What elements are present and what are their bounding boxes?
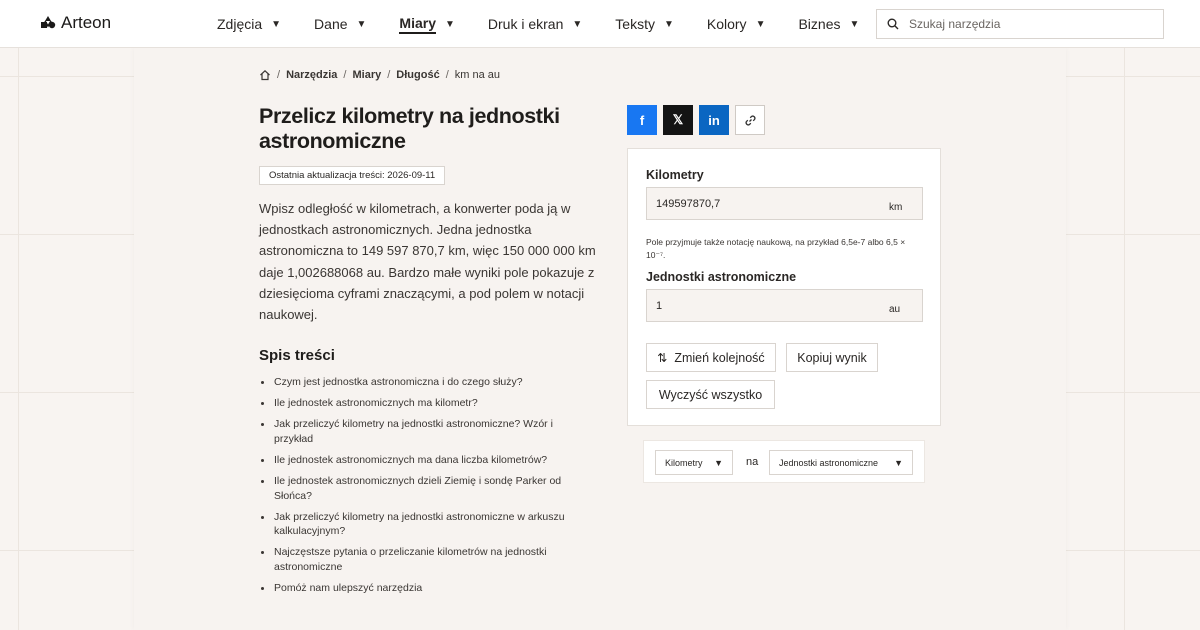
breadcrumb-separator: / bbox=[277, 69, 281, 81]
brand-logo[interactable]: Arteon bbox=[40, 13, 111, 33]
nav-label: Biznes bbox=[798, 16, 841, 32]
nav-item-druk-i-ekran[interactable]: Druk i ekran ▼ bbox=[488, 0, 582, 48]
au-input[interactable]: 1 au bbox=[646, 289, 923, 322]
caret-down-icon: ▼ bbox=[894, 457, 903, 468]
unit-joiner: na bbox=[746, 456, 759, 468]
nav-item-miary[interactable]: Miary ▼ bbox=[399, 0, 455, 48]
x-icon: 𝕏 bbox=[672, 112, 684, 127]
caret-down-icon: ▼ bbox=[663, 18, 674, 30]
swap-label: Zmień kolejność bbox=[674, 350, 765, 365]
copy-label: Kopiuj wynik bbox=[797, 350, 867, 365]
caret-down-icon: ▼ bbox=[714, 457, 723, 468]
clear-label: Wyczyść wszystko bbox=[658, 387, 763, 402]
toc-item[interactable]: Najczęstsze pytania o przeliczanie kilom… bbox=[259, 545, 579, 575]
search-placeholder: Szukaj narzędzia bbox=[909, 17, 1001, 31]
last-updated-badge: Ostatnia aktualizacja treści: 2026-09-11 bbox=[259, 166, 446, 185]
toc-item[interactable]: Ile jednostek astronomicznych dzieli Zie… bbox=[259, 474, 579, 504]
toc-item[interactable]: Pomóż nam ulepszyć narzędzia bbox=[259, 581, 579, 596]
au-label: Jednostki astronomiczne bbox=[646, 270, 797, 284]
nav-label: Dane bbox=[314, 16, 348, 32]
to-unit-select[interactable]: Jednostki astronomiczne ▼ bbox=[769, 450, 913, 475]
caret-down-icon: ▼ bbox=[445, 18, 455, 30]
top-navigation-bar: Arteon Zdjęcia ▼ Dane ▼ Miary ▼ Druk i ekra… bbox=[0, 0, 1200, 48]
breadcrumb-separator: / bbox=[387, 69, 391, 81]
clear-all-button[interactable]: Wyczyść wszystko bbox=[646, 380, 775, 409]
share-buttons: f 𝕏 in bbox=[627, 105, 765, 135]
facebook-share-button[interactable]: f bbox=[627, 105, 657, 135]
swap-arrows-icon: ⇅ bbox=[657, 350, 668, 365]
breadcrumb-current: km na au bbox=[454, 69, 501, 81]
logo-icon bbox=[41, 16, 56, 29]
nav-item-teksty[interactable]: Teksty ▼ bbox=[615, 0, 674, 48]
toc-item[interactable]: Jak przeliczyć kilometry na jednostki as… bbox=[259, 417, 579, 447]
search-icon bbox=[887, 18, 899, 30]
linkedin-icon: in bbox=[708, 112, 720, 128]
facebook-icon: f bbox=[639, 112, 645, 128]
caret-down-icon: ▼ bbox=[849, 18, 860, 30]
nav-item-biznes[interactable]: Biznes ▼ bbox=[798, 0, 859, 48]
kilometers-value: 149597870,7 bbox=[656, 198, 721, 210]
nav-label: Teksty bbox=[615, 16, 655, 32]
toc-item[interactable]: Czym jest jednostka astronomiczna i do c… bbox=[259, 375, 579, 390]
nav-label: Miary bbox=[399, 15, 436, 34]
nav-label: Zdjęcia bbox=[217, 16, 263, 32]
au-unit: au bbox=[889, 304, 901, 315]
nav-label: Druk i ekran bbox=[487, 16, 564, 32]
nav-label: Kolory bbox=[706, 16, 747, 32]
caret-down-icon: ▼ bbox=[271, 18, 282, 30]
toc-item[interactable]: Jak przeliczyć kilometry na jednostki as… bbox=[259, 510, 579, 540]
breadcrumb-item-narzedzia[interactable]: Narzędzia bbox=[286, 69, 337, 81]
x-share-button[interactable]: 𝕏 bbox=[663, 105, 693, 135]
main-nav: Zdjęcia ▼ Dane ▼ Miary ▼ Druk i ekran ▼ Teks… bbox=[217, 0, 892, 48]
breadcrumb-separator: / bbox=[445, 69, 449, 81]
nav-item-zdjecia[interactable]: Zdjęcia ▼ bbox=[217, 0, 281, 48]
page-title: Przelicz kilometry na jednostki astronom… bbox=[259, 104, 560, 153]
nav-item-dane[interactable]: Dane ▼ bbox=[314, 0, 366, 48]
toc-item[interactable]: Ile jednostek astronomicznych ma dana li… bbox=[259, 453, 579, 468]
kilometers-input[interactable]: 149597870,7 km bbox=[646, 187, 923, 220]
linkedin-share-button[interactable]: in bbox=[699, 105, 729, 135]
search-input[interactable]: Szukaj narzędzia bbox=[876, 9, 1164, 39]
from-unit-select[interactable]: Kilometry ▼ bbox=[655, 450, 733, 475]
table-of-contents: Czym jest jednostka astronomiczna i do c… bbox=[259, 375, 579, 602]
home-icon[interactable] bbox=[259, 69, 271, 81]
link-icon bbox=[744, 114, 756, 126]
breadcrumb-item-dlugosc[interactable]: Długość bbox=[396, 69, 439, 81]
breadcrumb-separator: / bbox=[343, 69, 347, 81]
caret-down-icon: ▼ bbox=[572, 18, 583, 30]
copy-link-button[interactable] bbox=[735, 105, 765, 135]
toc-heading: Spis treści bbox=[259, 347, 335, 364]
breadcrumb: / Narzędzia / Miary / Długość / km na au bbox=[259, 69, 500, 81]
caret-down-icon: ▼ bbox=[755, 18, 766, 30]
au-value: 1 bbox=[656, 300, 663, 312]
nav-item-kolory[interactable]: Kolory ▼ bbox=[707, 0, 766, 48]
intro-paragraph: Wpisz odległość w kilometrach, a konwert… bbox=[259, 201, 596, 323]
from-unit-value: Kilometry bbox=[665, 457, 703, 468]
converter-panel: Kilometry 149597870,7 km Pole przyjmuje … bbox=[627, 148, 941, 426]
scientific-notation-hint: Pole przyjmuje także notację naukową, na… bbox=[646, 237, 906, 260]
swap-order-button[interactable]: ⇅ Zmień kolejność bbox=[646, 343, 776, 372]
toc-item[interactable]: Ile jednostek astronomicznych ma kilomet… bbox=[259, 396, 579, 411]
kilometers-unit: km bbox=[889, 202, 903, 213]
caret-down-icon: ▼ bbox=[356, 18, 367, 30]
copy-result-button[interactable]: Kopiuj wynik bbox=[786, 343, 878, 372]
breadcrumb-item-miary[interactable]: Miary bbox=[352, 69, 381, 81]
to-unit-value: Jednostki astronomiczne bbox=[779, 457, 879, 468]
kilometers-label: Kilometry bbox=[646, 168, 704, 182]
unit-selector-bar: Kilometry ▼ na Jednostki astronomiczne ▼ bbox=[643, 440, 925, 483]
brand-name: Arteon bbox=[61, 13, 112, 32]
